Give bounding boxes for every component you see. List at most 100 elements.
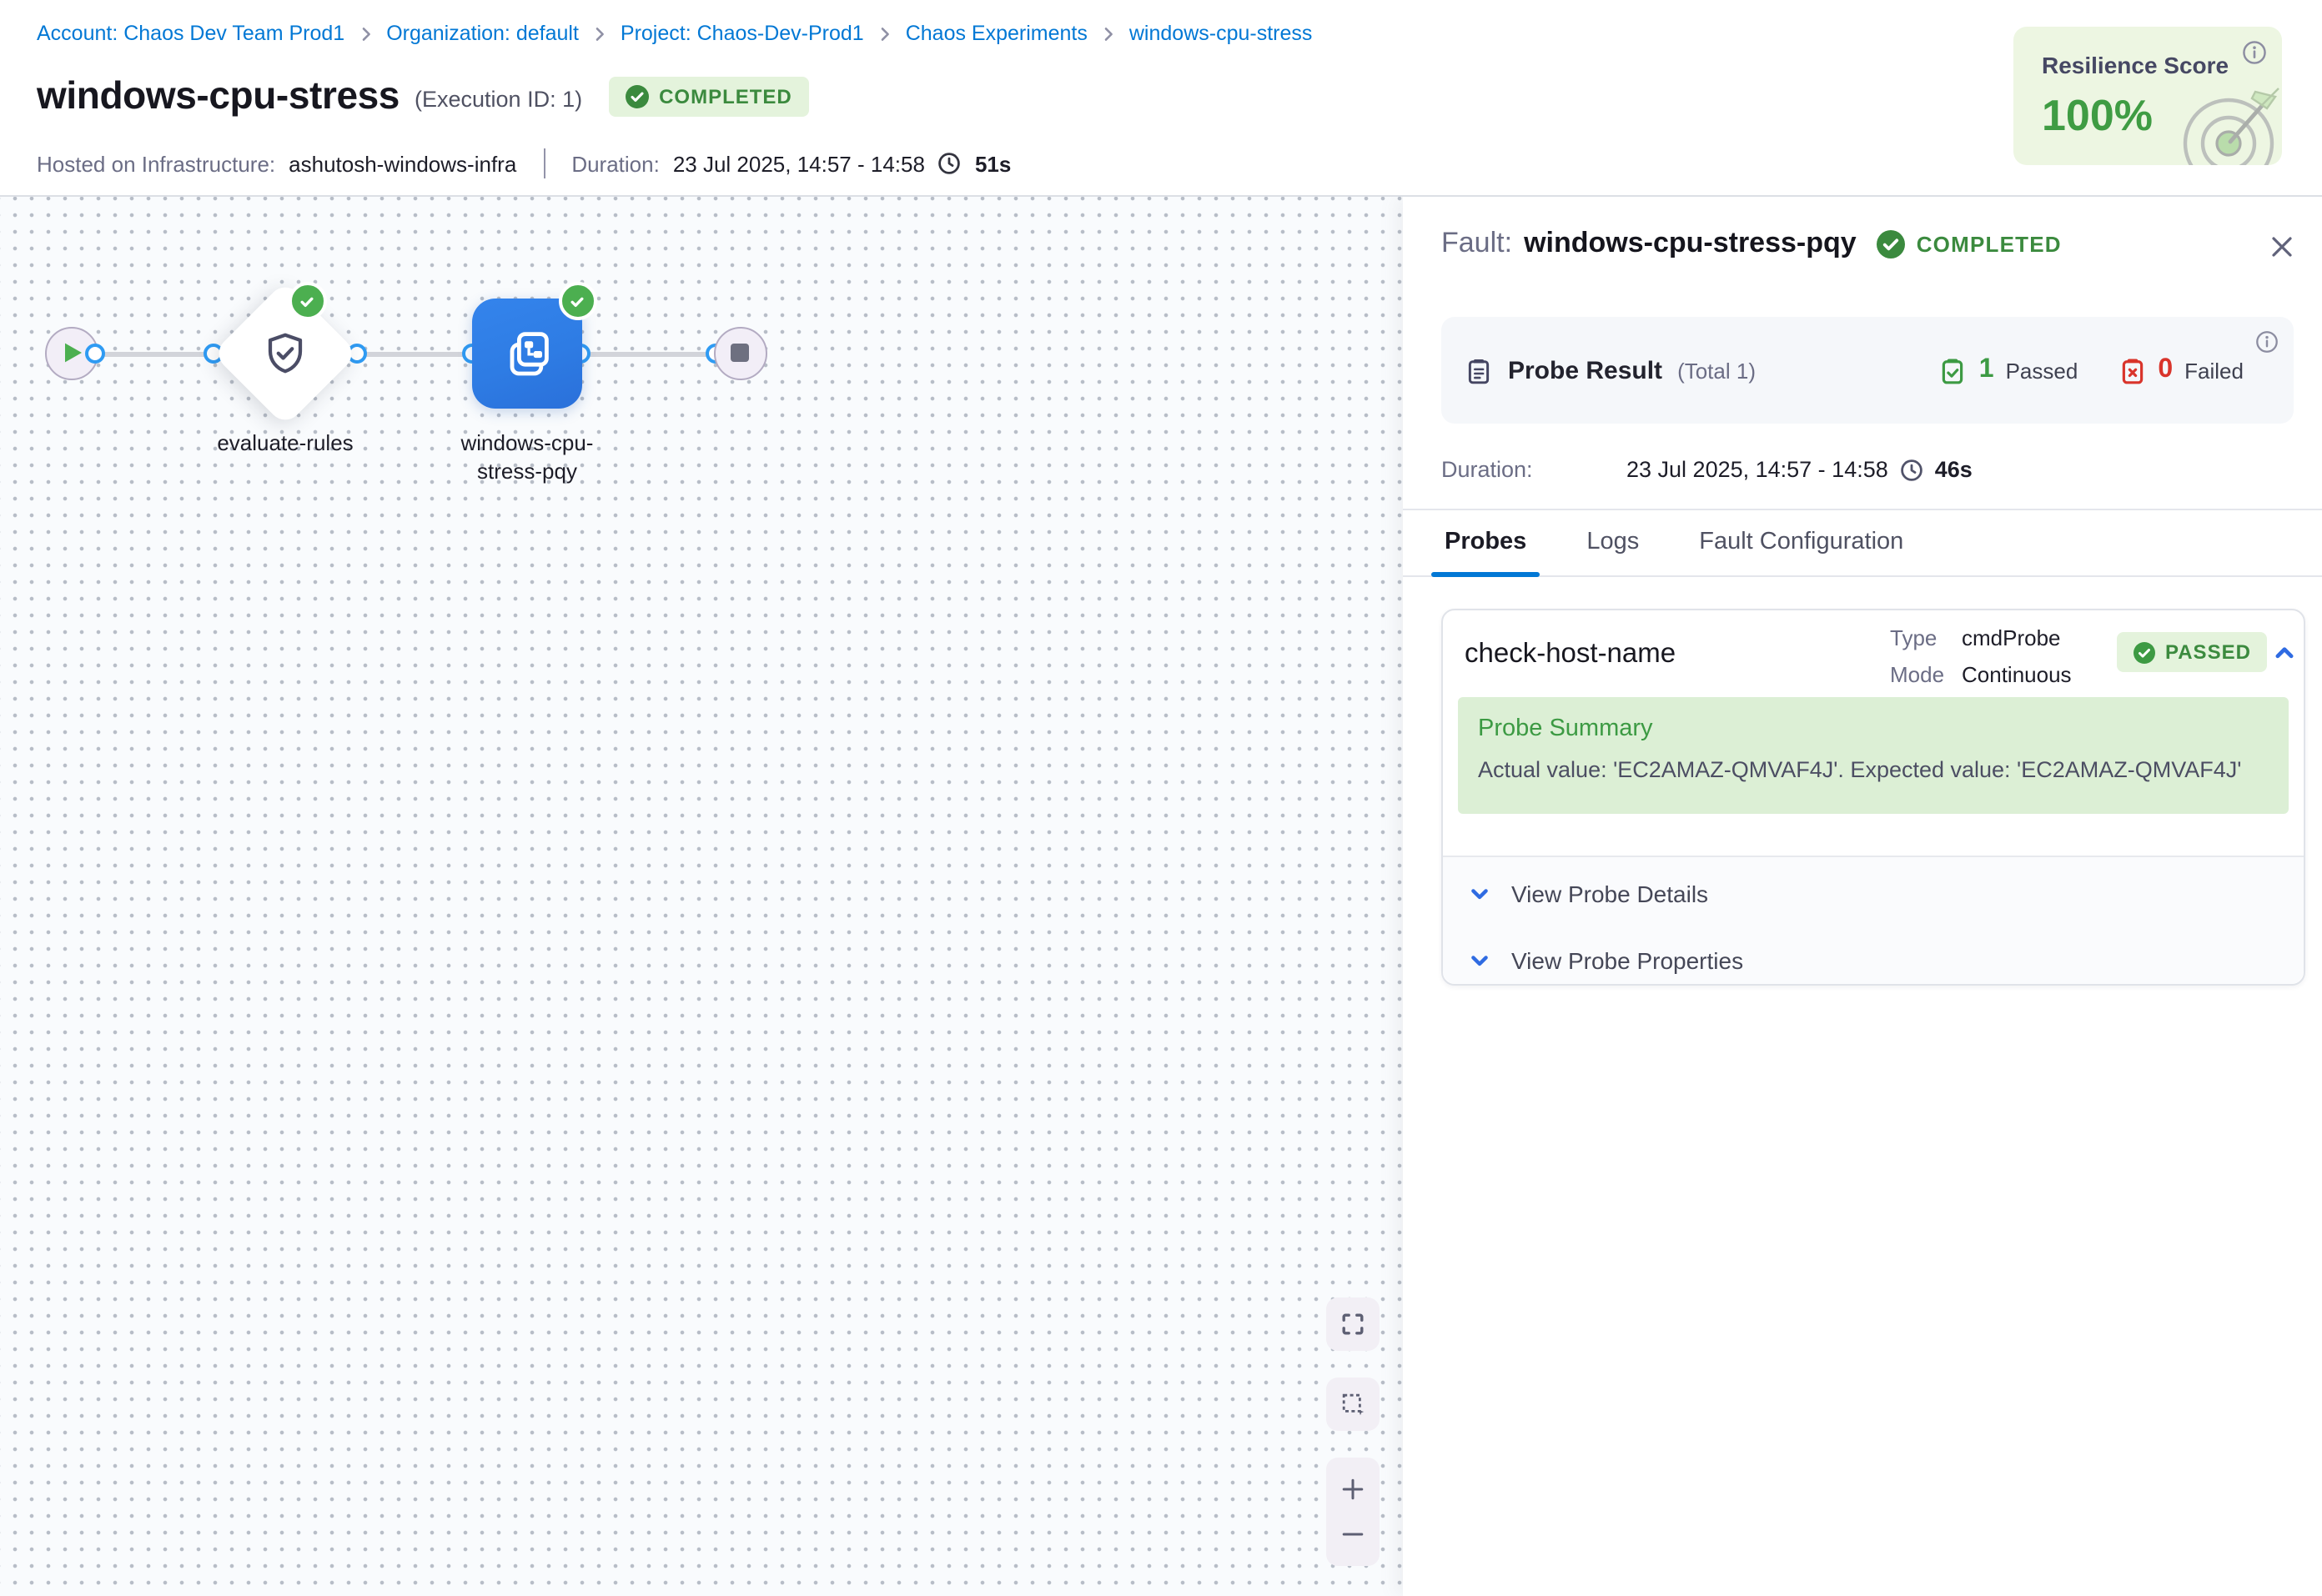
fault-header: Fault: windows-cpu-stress-pqy COMPLETED <box>1441 227 2062 260</box>
marquee-select-button[interactable] <box>1326 1378 1380 1431</box>
view-probe-details-label: View Probe Details <box>1511 881 1708 907</box>
panel-duration-value: 23 Jul 2025, 14:57 - 14:58 <box>1626 457 1888 482</box>
probe-name: check-host-name <box>1465 639 1676 670</box>
probe-card: check-host-name Type cmdProbe Mode Conti… <box>1441 609 2305 986</box>
probe-result-summary-box: Probe Result (Total 1) 1 Passed 0 Failed <box>1441 317 2294 424</box>
chevron-right-icon <box>358 26 373 41</box>
hosted-on-label: Hosted on Infrastructure: <box>37 151 275 176</box>
tab-probes[interactable]: Probes <box>1431 510 1540 575</box>
execution-id: (Execution ID: 1) <box>415 86 582 111</box>
clock-icon <box>938 152 962 175</box>
panel-duration-label: Duration: <box>1441 457 1533 482</box>
view-probe-properties-toggle[interactable]: View Probe Properties <box>1468 947 1743 974</box>
zoom-out-button[interactable] <box>1326 1514 1380 1554</box>
connector-dot <box>85 343 105 363</box>
clipboard-icon <box>1465 356 1493 384</box>
target-dart-illustration <box>2162 65 2282 165</box>
probe-summary-box: Probe Summary Actual value: 'EC2AMAZ-QMV… <box>1458 697 2289 814</box>
fault-status-text: COMPLETED <box>1917 231 2062 256</box>
duration-seconds: 51s <box>975 151 1011 176</box>
close-panel-button[interactable] <box>2265 230 2299 263</box>
chevron-right-icon <box>877 26 892 41</box>
node-label-evaluate-rules: evaluate-rules <box>168 429 402 457</box>
chevron-right-icon <box>1101 26 1116 41</box>
chevron-up-icon <box>2272 640 2297 665</box>
info-icon[interactable] <box>2255 330 2279 354</box>
check-circle-icon <box>1877 229 1905 258</box>
failed-label: Failed <box>2184 358 2244 383</box>
zoom-in-button[interactable] <box>1326 1469 1380 1509</box>
view-probe-details-toggle[interactable]: View Probe Details <box>1468 881 1708 907</box>
probe-result-left: Probe Result (Total 1) <box>1465 317 1756 424</box>
tab-logs[interactable]: Logs <box>1573 510 1652 575</box>
breadcrumb-account-link[interactable]: Account: Chaos Dev Team Prod1 <box>37 22 344 45</box>
check-circle-icon <box>2134 641 2155 663</box>
probe-mode-row: Mode Continuous <box>1890 662 2072 687</box>
node-label-windows-cpu-stress-pqy: windows-cpu-stress-pqy <box>444 429 611 485</box>
probe-status-text: PASSED <box>2165 640 2251 664</box>
probe-card-footer: View Probe Details View Probe Properties <box>1443 857 2304 984</box>
chevron-down-icon <box>1468 949 1491 972</box>
experiment-status-badge: COMPLETED <box>609 76 809 116</box>
stop-icon <box>731 344 749 362</box>
panel-duration-row: Duration: <box>1441 457 1533 482</box>
failed-count: 0 <box>2158 355 2173 385</box>
close-icon <box>2269 233 2295 260</box>
probe-status-badge: PASSED <box>2117 632 2268 672</box>
fault-details-panel: Fault: windows-cpu-stress-pqy COMPLETED … <box>1403 197 2322 1596</box>
play-icon <box>63 342 83 364</box>
probe-type-row: Type cmdProbe <box>1890 625 2061 650</box>
probe-result-counts: 1 Passed 0 Failed <box>1939 317 2244 424</box>
view-probe-properties-label: View Probe Properties <box>1511 947 1743 974</box>
page-header: Account: Chaos Dev Team Prod1 Organizati… <box>0 0 2322 197</box>
infrastructure-name: ashutosh-windows-infra <box>289 151 516 176</box>
collapse-probe-button[interactable] <box>2272 640 2297 665</box>
breadcrumb-organization-link[interactable]: Organization: default <box>386 22 579 45</box>
plus-icon <box>1339 1476 1366 1503</box>
resilience-score-value: 100% <box>2042 90 2153 142</box>
resilience-score-card: Resilience Score 100% <box>2013 27 2282 165</box>
passed-count: 1 <box>1979 355 1994 385</box>
probe-result-title: Probe Result <box>1508 356 1662 384</box>
breadcrumb-project-link[interactable]: Project: Chaos-Dev-Prod1 <box>621 22 864 45</box>
page-title: windows-cpu-stress <box>37 73 400 118</box>
marquee-selection-icon <box>1339 1391 1366 1418</box>
breadcrumb-current-link[interactable]: windows-cpu-stress <box>1129 22 1313 45</box>
success-check-badge <box>288 282 326 320</box>
duration-value: 23 Jul 2025, 14:57 - 14:58 <box>673 151 925 176</box>
breadcrumb-chaos-experiments-link[interactable]: Chaos Experiments <box>906 22 1088 45</box>
info-icon[interactable] <box>2242 40 2267 65</box>
tab-fault-configuration[interactable]: Fault Configuration <box>1686 510 1917 575</box>
end-node[interactable] <box>713 326 766 379</box>
breadcrumb: Account: Chaos Dev Team Prod1 Organizati… <box>37 22 1312 45</box>
probe-summary-title: Probe Summary <box>1478 715 1653 742</box>
title-row: windows-cpu-stress (Execution ID: 1) COM… <box>37 73 809 118</box>
panel-tabs: Probes Logs Fault Configuration <box>1403 509 2322 577</box>
passed-label: Passed <box>2006 358 2078 383</box>
probe-summary-text: Actual value: 'EC2AMAZ-QMVAF4J'. Expecte… <box>1478 757 2241 782</box>
minus-icon <box>1339 1521 1366 1548</box>
panel-duration-value-group: 23 Jul 2025, 14:57 - 14:58 46s <box>1626 457 1973 482</box>
vertical-divider <box>543 148 545 178</box>
shield-check-icon <box>260 329 310 379</box>
chevron-down-icon <box>1468 882 1491 906</box>
probe-mode-label: Mode <box>1890 662 1945 687</box>
app-root: Account: Chaos Dev Team Prod1 Organizati… <box>0 0 2322 1596</box>
chaos-fault-icon <box>497 324 557 384</box>
clipboard-check-icon <box>1939 356 1968 384</box>
clipboard-x-icon <box>2118 356 2146 384</box>
zoom-controls <box>1326 1458 1380 1566</box>
pipeline-edge <box>72 352 741 356</box>
probe-mode-value: Continuous <box>1962 662 2072 687</box>
panel-duration-seconds: 46s <box>1935 457 1973 482</box>
node-evaluate-rules[interactable] <box>234 302 337 405</box>
check-circle-icon <box>626 84 649 108</box>
duration-label: Duration: <box>571 151 660 176</box>
probe-type-value: cmdProbe <box>1962 625 2061 650</box>
fit-to-screen-button[interactable] <box>1326 1297 1380 1351</box>
probe-type-label: Type <box>1890 625 1945 650</box>
chevron-right-icon <box>592 26 607 41</box>
fault-label: Fault: <box>1441 227 1512 260</box>
success-check-badge <box>558 282 596 320</box>
clock-icon <box>1900 458 1923 481</box>
